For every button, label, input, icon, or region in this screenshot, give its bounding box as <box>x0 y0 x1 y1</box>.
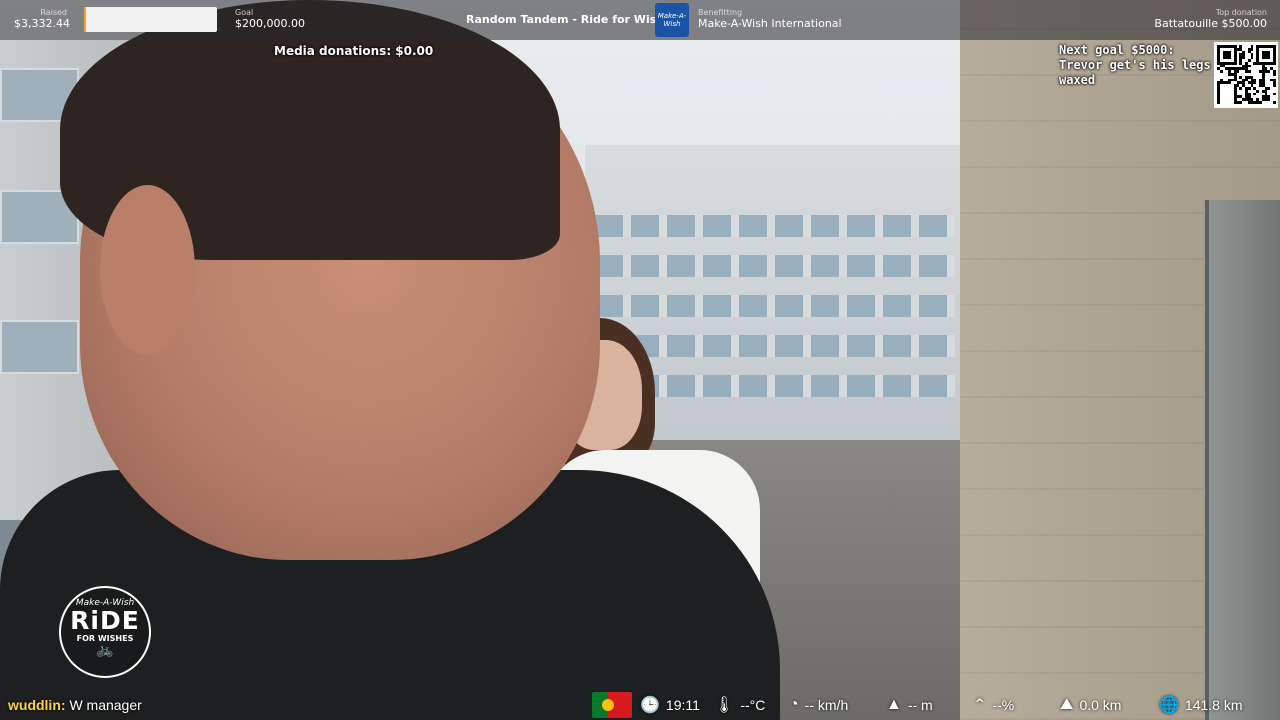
mountain-icon: ▲ <box>886 696 902 713</box>
altitude-status: ▲ -- m <box>886 690 933 720</box>
top-donation-value: Battatouille $500.00 <box>1154 17 1267 30</box>
raised-label: Raised <box>40 8 67 17</box>
top-donation-block: Top donation Battatouille $500.00 <box>1154 8 1267 30</box>
make-a-wish-logo: Make-A-Wish <box>655 3 689 37</box>
time-status: 🕒 19:11 <box>640 690 700 720</box>
incline-icon: ⌃ <box>973 697 987 714</box>
distance-total-value: 141.8 km <box>1184 697 1243 713</box>
speed-status: ◔ -- km/h <box>789 690 848 720</box>
badge-ride: RiDE <box>70 606 140 635</box>
benefiting-value: Make-A-Wish International <box>698 17 842 30</box>
globe-icon: 🌐 <box>1159 697 1179 714</box>
portugal-flag-icon <box>592 692 632 718</box>
next-goal-text: Next goal $5000: Trevor get's his legs w… <box>1059 43 1211 87</box>
temperature-value: --°C <box>740 697 766 713</box>
thermometer-icon: 🌡 <box>714 697 735 714</box>
speed-value: -- km/h <box>804 697 849 713</box>
distance-today-value: 0.0 km <box>1079 697 1122 713</box>
goal-block: Goal $200,000.00 <box>235 8 305 30</box>
country-status <box>592 690 632 720</box>
incline-status: ⌃ --% <box>973 690 1014 720</box>
donation-qr-code[interactable] <box>1214 42 1278 108</box>
clock-icon: 🕒 <box>640 697 660 714</box>
progress-fill <box>84 7 87 32</box>
chat-text: W manager <box>69 697 142 713</box>
bicycle-icon: 🚲 <box>96 642 114 658</box>
distance-total-status: 🌐 141.8 km <box>1159 690 1243 720</box>
glass-door <box>1205 200 1280 720</box>
top-donation-label: Top donation <box>1215 8 1267 17</box>
goal-value: $200,000.00 <box>235 17 305 30</box>
chat-username: wuddlin: <box>8 697 66 713</box>
time-value: 19:11 <box>665 697 700 713</box>
temperature-status: 🌡 --°C <box>714 690 765 720</box>
altitude-value: -- m <box>907 697 933 713</box>
ride-for-wishes-badge: Make-A-Wish RiDE FOR WISHES 🚲 <box>59 586 151 678</box>
goal-label: Goal <box>235 8 254 17</box>
benefiting-block: Benefitting Make-A-Wish International <box>698 8 842 30</box>
event-title: Random Tandem - Ride for Wishes <box>466 13 679 26</box>
donation-progress-bar <box>84 7 217 32</box>
road-icon: ⛰ <box>1060 696 1074 713</box>
raised-block: Raised $3,332.44 <box>14 8 70 30</box>
incline-value: --% <box>992 697 1015 713</box>
media-donations-text: Media donations: $0.00 <box>274 44 434 58</box>
camera-feed <box>0 0 1280 720</box>
man-ear <box>100 185 195 355</box>
stream-top-bar: Raised $3,332.44 Goal $200,000.00 Random… <box>0 0 1280 40</box>
logo-text: Make-A-Wish <box>657 12 687 28</box>
speedometer-icon: ◔ <box>789 696 799 713</box>
window <box>0 320 79 374</box>
distance-today-status: ⛰ 0.0 km <box>1060 690 1121 720</box>
benefiting-label: Benefitting <box>698 8 743 17</box>
chat-message: wuddlin: W manager <box>8 697 142 713</box>
raised-value: $3,332.44 <box>14 17 70 30</box>
